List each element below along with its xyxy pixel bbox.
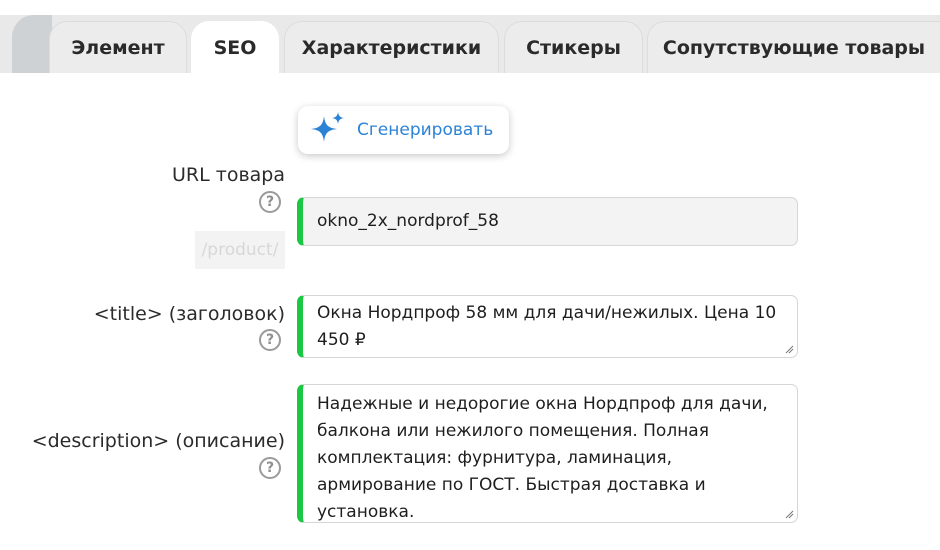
title-label: <title> (заголовок) [93,303,285,325]
description-value: Надежные и недорогие окна Нордпроф для д… [317,394,768,522]
tab-element[interactable]: Элемент [49,21,187,73]
generate-button[interactable]: Сгенерировать [298,106,509,154]
url-prefix: /product/ [195,231,285,269]
resize-handle-icon[interactable] [785,510,794,519]
tab-stickers[interactable]: Стикеры [504,21,643,73]
title-textarea[interactable]: Окна Нордпроф 58 мм для дачи/нежилых. Це… [297,295,798,358]
description-textarea[interactable]: Надежные и недорогие окна Нордпроф для д… [297,384,798,523]
title-help-icon[interactable]: ? [259,329,281,351]
tab-characteristics[interactable]: Характеристики [284,21,499,73]
url-value: okno_2x_nordprof_58 [317,211,499,231]
resize-handle-icon[interactable] [785,345,794,354]
url-help-icon[interactable]: ? [259,191,281,213]
description-label: <description> (описание) [31,430,285,452]
generate-button-label: Сгенерировать [357,120,494,140]
description-help-icon[interactable]: ? [259,457,281,479]
tab-related-products[interactable]: Сопутствующие товары [647,21,940,73]
sparkles-icon [311,112,344,142]
url-input[interactable]: okno_2x_nordprof_58 [297,197,798,246]
url-label: URL товара [172,164,285,186]
tab-bar-edge [12,15,52,73]
title-value: Окна Нордпроф 58 мм для дачи/нежилых. Це… [317,303,777,350]
tab-seo[interactable]: SEO [191,21,279,74]
